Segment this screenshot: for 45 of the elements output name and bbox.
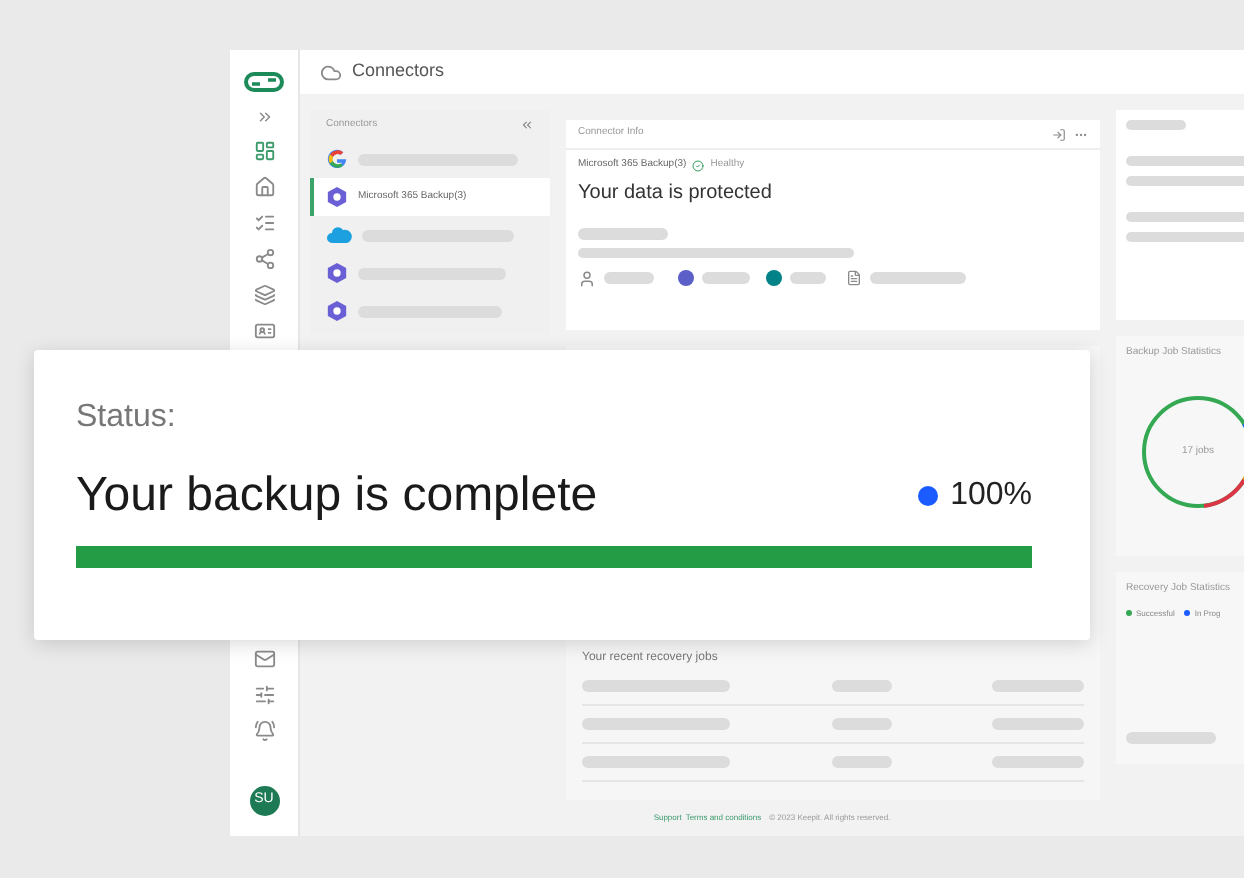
logo-icon[interactable] bbox=[242, 70, 286, 94]
bell-icon[interactable] bbox=[253, 720, 275, 742]
hexagon-logo-icon bbox=[326, 262, 348, 284]
home-icon[interactable] bbox=[253, 176, 275, 198]
placeholder-bar bbox=[604, 272, 654, 284]
placeholder-bar bbox=[831, 718, 891, 730]
user-icon bbox=[578, 269, 596, 287]
list-icon[interactable] bbox=[253, 212, 275, 234]
placeholder-bar bbox=[831, 680, 891, 692]
cloud-icon bbox=[320, 61, 342, 83]
dashboard-icon[interactable] bbox=[253, 140, 275, 162]
placeholder-bar bbox=[1126, 156, 1244, 166]
mail-icon[interactable] bbox=[253, 648, 275, 670]
id-card-icon[interactable] bbox=[253, 320, 275, 342]
collapse-icon[interactable] bbox=[520, 118, 534, 132]
headline: Your data is protected bbox=[578, 179, 774, 207]
share-icon[interactable] bbox=[253, 248, 275, 270]
placeholder-bar bbox=[870, 272, 966, 284]
placeholder-bar bbox=[1126, 232, 1244, 242]
placeholder-bar bbox=[992, 680, 1084, 692]
placeholder-bar bbox=[1126, 212, 1244, 222]
placeholder-bar bbox=[578, 227, 668, 239]
status-message: Your backup is complete bbox=[76, 466, 598, 526]
percent-value: 100% bbox=[950, 476, 1032, 516]
placeholder-bar bbox=[992, 756, 1084, 768]
placeholder-bar bbox=[702, 272, 750, 284]
placeholder-bar bbox=[992, 718, 1084, 730]
file-icon bbox=[846, 270, 862, 286]
page-title: Connectors bbox=[352, 58, 445, 85]
sliders-icon[interactable] bbox=[253, 684, 275, 706]
placeholder-bar bbox=[790, 272, 826, 284]
check-icon bbox=[692, 159, 705, 172]
layers-icon[interactable] bbox=[253, 284, 275, 306]
placeholder-bar bbox=[831, 756, 891, 768]
placeholder-bar bbox=[1126, 732, 1216, 744]
hexagon-logo-icon bbox=[326, 300, 348, 322]
export-icon[interactable] bbox=[1052, 127, 1066, 141]
placeholder-bar bbox=[1126, 176, 1244, 186]
ring-chart-drawing bbox=[1140, 393, 1244, 509]
g-logo-icon bbox=[326, 148, 348, 170]
expand-icon[interactable] bbox=[255, 108, 273, 126]
placeholder-bar bbox=[1126, 120, 1186, 130]
hexagon-logo-icon bbox=[326, 186, 348, 208]
cloud-logo-icon bbox=[326, 226, 352, 244]
status-label: Status: bbox=[76, 398, 178, 438]
